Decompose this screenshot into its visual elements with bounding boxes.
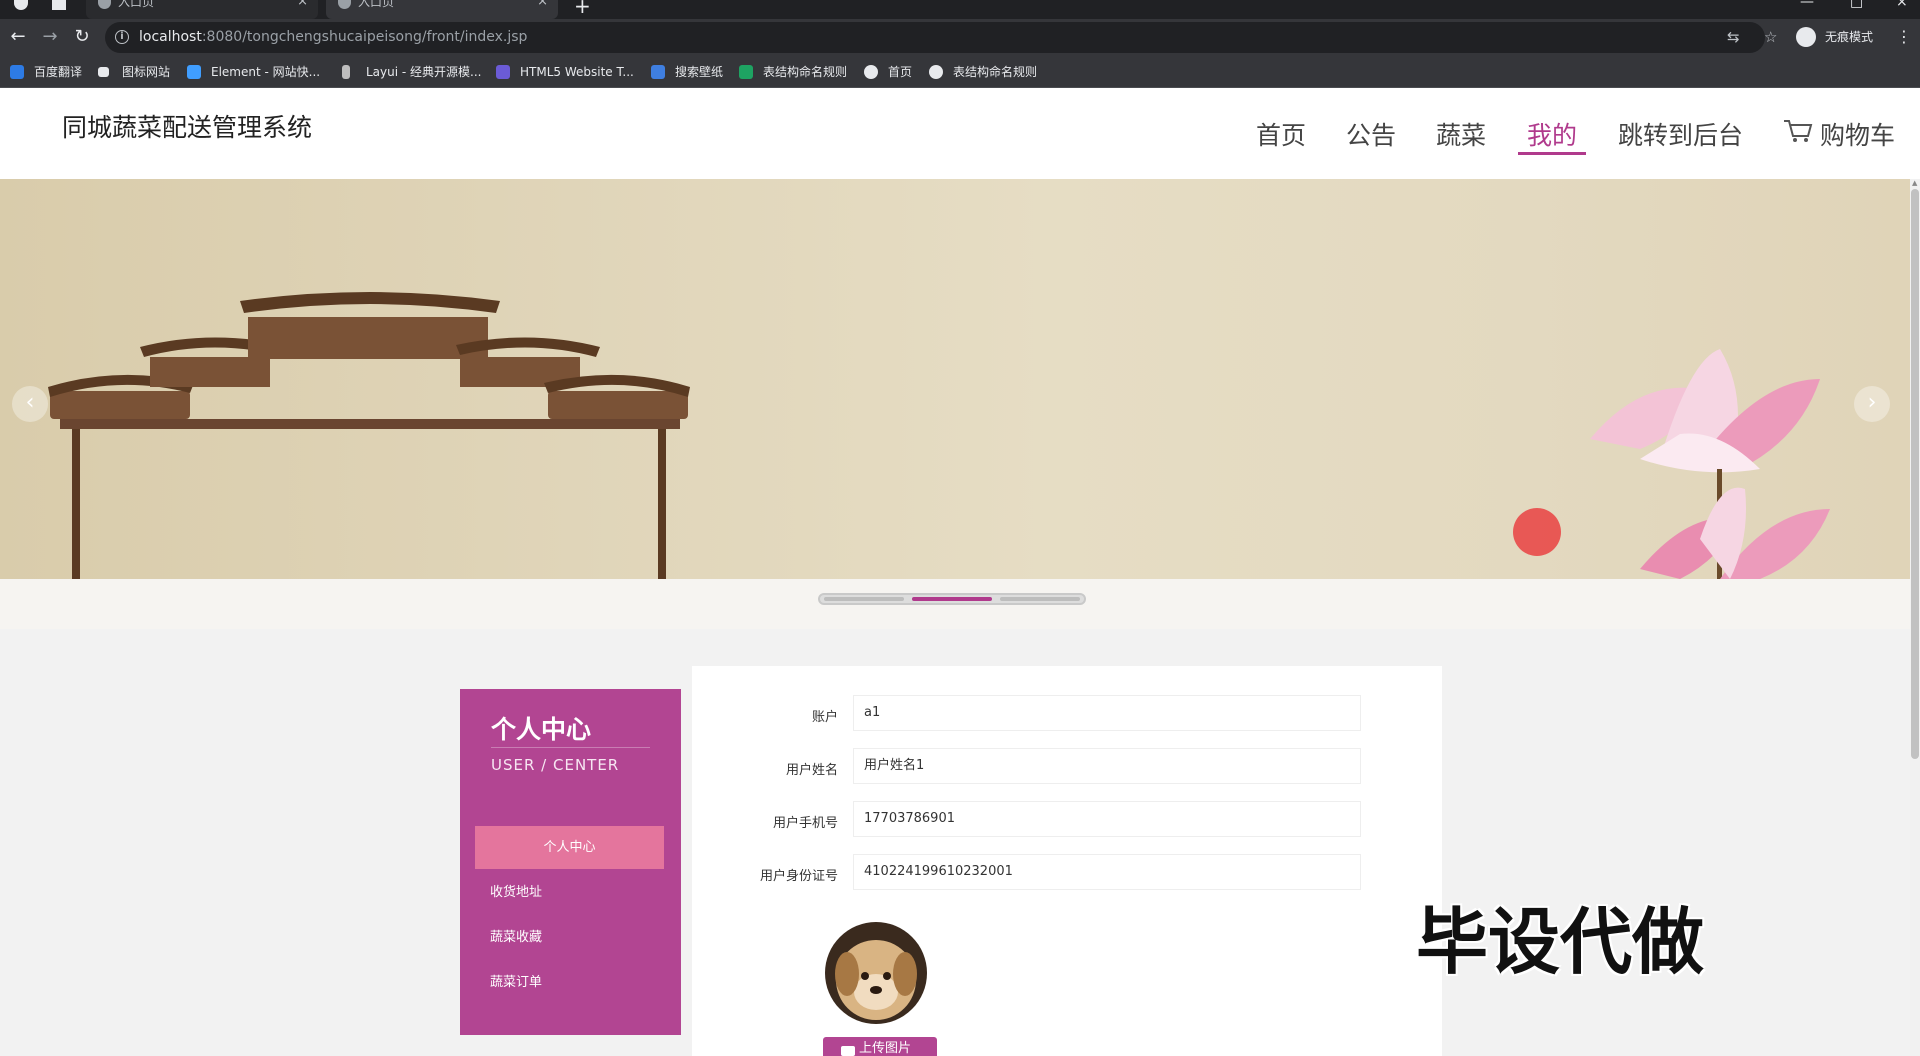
tab-favicon-icon	[338, 0, 351, 9]
flag-icon	[98, 67, 109, 77]
browser-toolbar: ← → ↻ i localhost:8080/tongchengshucaipe…	[0, 19, 1920, 57]
id-card-label: 用户身份证号	[759, 869, 838, 884]
cart-icon[interactable]	[1783, 118, 1813, 144]
username-input[interactable]: 用户姓名1	[853, 748, 1361, 784]
id-card-input[interactable]: 410224199610232001	[853, 854, 1361, 890]
globe-icon	[864, 65, 878, 79]
bookmark-label: 图标网站	[122, 65, 171, 79]
phone-label: 用户手机号	[772, 816, 838, 831]
html5-template-icon	[496, 65, 510, 79]
site-header: 同城蔬菜配送管理系统 首页 公告 蔬菜 我的 跳转到后台 购物车	[0, 88, 1920, 179]
page-scrollbar[interactable]: ▲	[1910, 179, 1920, 1056]
forward-button[interactable]: →	[38, 25, 62, 49]
sidebar-item-address[interactable]: 收货地址	[475, 871, 664, 914]
nav-vegetables[interactable]: 蔬菜	[1436, 116, 1486, 152]
globe-icon	[929, 65, 943, 79]
tab-title: 入口页	[358, 0, 395, 9]
carousel-indicator-active[interactable]	[912, 597, 992, 601]
bookmark-label: 百度翻译	[34, 65, 83, 79]
incognito-label: 无痕模式	[1825, 30, 1874, 44]
profile-form-panel: 账户 a1 用户姓名 用户姓名1 用户手机号 17703786901 用户身份证…	[692, 666, 1442, 1056]
sidebar-item-profile[interactable]: 个人中心	[475, 826, 664, 869]
maximize-button[interactable]: □	[1850, 0, 1863, 10]
nav-cart[interactable]: 购物车	[1820, 116, 1895, 152]
phone-input[interactable]: 17703786901	[853, 801, 1361, 837]
camera-icon	[841, 1046, 855, 1056]
minimize-button[interactable]: —	[1800, 0, 1814, 10]
baidu-translate-icon	[10, 65, 24, 79]
browser-tab-strip: 入口页 × 入口页 × + — □ ×	[0, 0, 1920, 19]
nav-home[interactable]: 首页	[1256, 116, 1306, 152]
incognito-icon	[1796, 27, 1816, 47]
chrome-logo-icon[interactable]	[14, 0, 28, 10]
carousel-indicator[interactable]	[1000, 597, 1080, 601]
tab-close-icon[interactable]: ×	[297, 0, 308, 8]
nav-notice[interactable]: 公告	[1346, 116, 1396, 152]
account-label: 账户	[811, 710, 838, 725]
account-input[interactable]: a1	[853, 695, 1361, 731]
bookmarks-bar: 百度翻译 图标网站 Element - 网站快... Layui - 经典开源模…	[0, 57, 1920, 88]
bookmark-star-icon[interactable]: ☆	[1764, 28, 1777, 46]
wallpaper-icon	[651, 65, 665, 79]
sidebar-subtitle: USER / CENTER	[491, 756, 620, 774]
user-center-sidebar: 个人中心 USER / CENTER 个人中心 收货地址 蔬菜收藏 蔬菜订单	[460, 689, 681, 1035]
bookmark-label: Layui - 经典开源模...	[366, 65, 482, 79]
layui-icon	[342, 65, 350, 79]
sheet-icon	[739, 65, 753, 79]
bookmark-label: 首页	[888, 65, 913, 79]
tab-title: 入口页	[118, 0, 155, 9]
url-host: localhost	[139, 29, 202, 45]
browser-menu-icon[interactable]: ⋮	[1896, 25, 1912, 49]
scroll-up-icon[interactable]: ▲	[1912, 179, 1917, 187]
banner-archway-lotus-image	[48, 292, 1830, 579]
username-label: 用户姓名	[785, 763, 838, 778]
carousel-indicator[interactable]	[824, 597, 904, 601]
translate-icon[interactable]: ⇆	[1727, 28, 1740, 46]
sidebar-item-favorites[interactable]: 蔬菜收藏	[475, 916, 664, 959]
mouse-cursor-highlight	[1513, 508, 1561, 556]
bookmark-label: 表结构命名规则	[953, 65, 1038, 79]
tab-close-icon[interactable]: ×	[537, 0, 548, 8]
browser-tab-2[interactable]: 入口页 ×	[326, 0, 558, 19]
upload-image-label: 上传图片	[859, 1041, 912, 1056]
close-window-button[interactable]: ×	[1896, 0, 1908, 10]
carousel-indicators[interactable]	[818, 593, 1086, 605]
bookmark-label: HTML5 Website T...	[520, 65, 634, 79]
address-bar[interactable]: i localhost:8080/tongchengshucaipeisong/…	[105, 22, 1777, 53]
nav-mine[interactable]: 我的	[1518, 116, 1587, 155]
back-button[interactable]: ←	[6, 25, 30, 49]
carousel-prev-button[interactable]: ‹	[12, 386, 48, 422]
banner-carousel[interactable]: ‹ ›	[0, 179, 1910, 579]
browser-tab-1[interactable]: 入口页 ×	[86, 0, 318, 19]
watermark-overlay: 毕设代做	[1416, 900, 1705, 984]
bookmark-label: Element - 网站快...	[211, 65, 321, 79]
bookmark-label: 搜索壁纸	[675, 65, 724, 79]
sidebar-item-orders[interactable]: 蔬菜订单	[475, 961, 664, 1004]
site-info-icon[interactable]: i	[115, 30, 129, 44]
tab-search-icon[interactable]	[52, 0, 66, 10]
url-path: :8080/tongchengshucaipeisong/front/index…	[201, 29, 528, 45]
element-icon	[187, 65, 201, 79]
new-tab-button[interactable]: +	[574, 0, 591, 18]
nav-admin[interactable]: 跳转到后台	[1618, 116, 1743, 152]
address-url[interactable]: localhost:8080/tongchengshucaipeisong/fr…	[139, 29, 527, 45]
bookmark-label: 表结构命名规则	[763, 65, 848, 79]
tab-favicon-icon	[98, 0, 111, 9]
page-viewport: 同城蔬菜配送管理系统 首页 公告 蔬菜 我的 跳转到后台 购物车 ‹ › ▲ 个…	[0, 88, 1920, 1056]
scrollbar-thumb[interactable]	[1911, 189, 1919, 759]
upload-image-button[interactable]: 上传图片	[823, 1037, 937, 1056]
carousel-next-button[interactable]: ›	[1854, 386, 1890, 422]
sidebar-divider	[491, 747, 650, 748]
user-avatar-image	[825, 922, 927, 1024]
site-title: 同城蔬菜配送管理系统	[62, 114, 313, 142]
reload-button[interactable]: ↻	[70, 25, 94, 49]
sidebar-title: 个人中心	[491, 715, 592, 744]
